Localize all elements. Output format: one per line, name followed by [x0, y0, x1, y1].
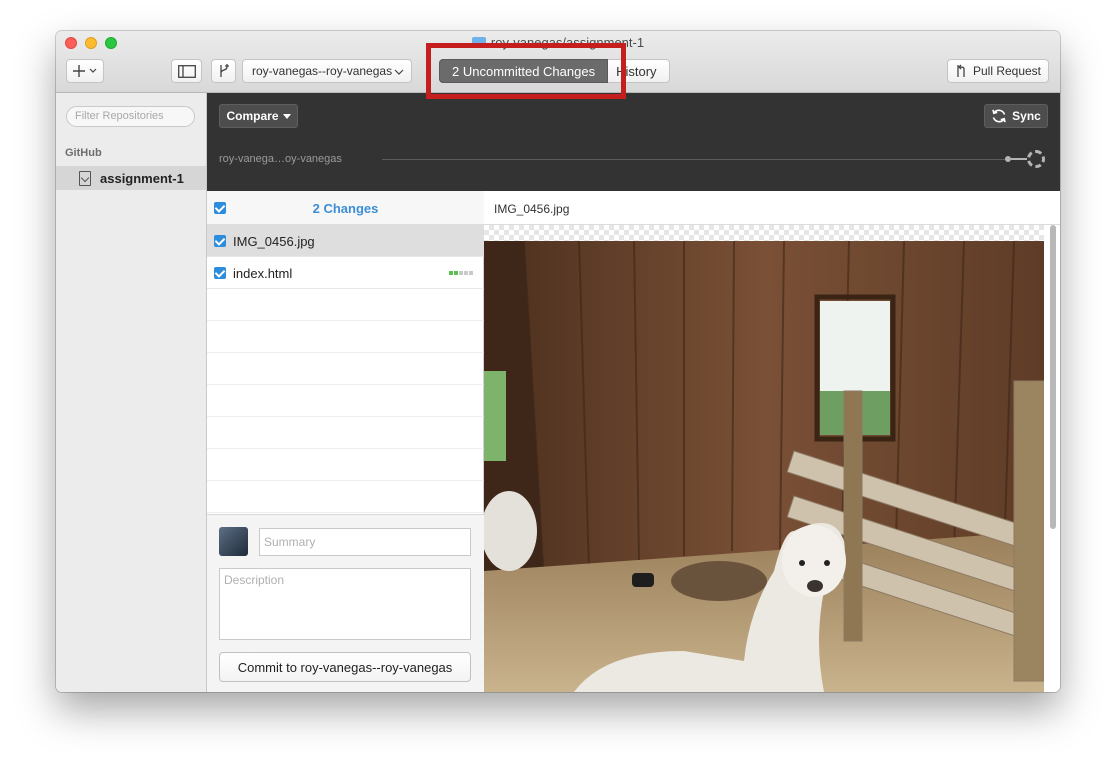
pull-request-icon — [957, 64, 965, 77]
image-preview — [484, 241, 1044, 692]
changes-count: 2 Changes — [312, 201, 379, 216]
branch-icon — [219, 64, 229, 77]
branch-comparison-text: roy-vanega…oy-vanegas — [219, 153, 342, 165]
uncommitted-changes-ring[interactable] — [1027, 150, 1045, 168]
timeline-connector — [1011, 158, 1027, 160]
branch-selector-label: roy-vanegas--roy-vanegas — [252, 64, 393, 78]
transparency-checker — [484, 225, 1044, 241]
preview-filename: IMG_0456.jpg — [484, 191, 1060, 225]
sync-icon — [992, 109, 1006, 123]
file-name: index.html — [233, 266, 293, 281]
preview-scrollbar[interactable] — [1050, 225, 1056, 529]
file-checkbox[interactable] — [214, 235, 226, 247]
empty-list-row — [207, 353, 484, 385]
compare-button[interactable]: Compare — [219, 104, 298, 128]
sidebar-toggle-icon — [177, 64, 196, 78]
compare-label: Compare — [226, 109, 279, 123]
diffstat-indicator — [449, 271, 473, 275]
commit-timeline — [382, 159, 1010, 160]
sidebar-item-label: assignment-1 — [100, 170, 184, 186]
changes-header: 2 Changes — [207, 191, 484, 225]
file-checkbox[interactable] — [214, 267, 226, 279]
file-name: IMG_0456.jpg — [233, 234, 315, 249]
sidebar-item-assignment-1[interactable]: assignment-1 — [56, 166, 206, 190]
photo-graphic — [484, 241, 1044, 692]
file-row[interactable]: IMG_0456.jpg — [207, 225, 484, 257]
pull-request-label: Pull Request — [972, 64, 1042, 78]
chevron-down-icon — [394, 69, 404, 75]
sidebar: Filter Repositories GitHub assignment-1 — [56, 93, 207, 692]
file-preview-pane: IMG_0456.jpg — [484, 191, 1060, 692]
commit-button[interactable]: Commit to roy-vanegas--roy-vanegas — [219, 652, 471, 682]
branch-selector[interactable]: roy-vanegas--roy-vanegas — [242, 59, 412, 83]
empty-list-row — [207, 449, 484, 481]
toggle-sidebar-button[interactable] — [171, 59, 202, 83]
compare-bar: Compare Sync roy-vanega…oy-vanegas — [207, 93, 1060, 191]
add-repository-button[interactable] — [66, 59, 104, 83]
avatar — [219, 527, 248, 556]
changes-panel: 2 Changes IMG_0456.jpg index.html Summar… — [207, 191, 484, 692]
empty-list-row — [207, 289, 484, 321]
filter-repositories-input[interactable]: Filter Repositories — [66, 106, 195, 127]
file-row[interactable]: index.html — [207, 257, 484, 289]
plus-icon — [73, 65, 97, 77]
empty-list-row — [207, 481, 484, 513]
create-branch-button[interactable] — [211, 59, 236, 83]
sidebar-section-github: GitHub — [65, 147, 102, 159]
commit-summary-input[interactable]: Summary — [259, 528, 471, 556]
caret-down-icon — [282, 113, 291, 119]
sync-label: Sync — [1012, 109, 1041, 123]
empty-list-row — [207, 417, 484, 449]
commit-form: Summary Description Commit to roy-vanega… — [207, 514, 484, 692]
highlight-annotation — [426, 43, 626, 99]
commit-description-input[interactable]: Description — [219, 568, 471, 640]
sync-button[interactable]: Sync — [984, 104, 1048, 128]
repo-icon — [79, 170, 91, 186]
app-window: roy-vanegas/assignment-1 roy-vanegas--ro… — [56, 31, 1060, 692]
empty-list-row — [207, 385, 484, 417]
empty-list-row — [207, 321, 484, 353]
pull-request-button[interactable]: Pull Request — [947, 59, 1049, 83]
